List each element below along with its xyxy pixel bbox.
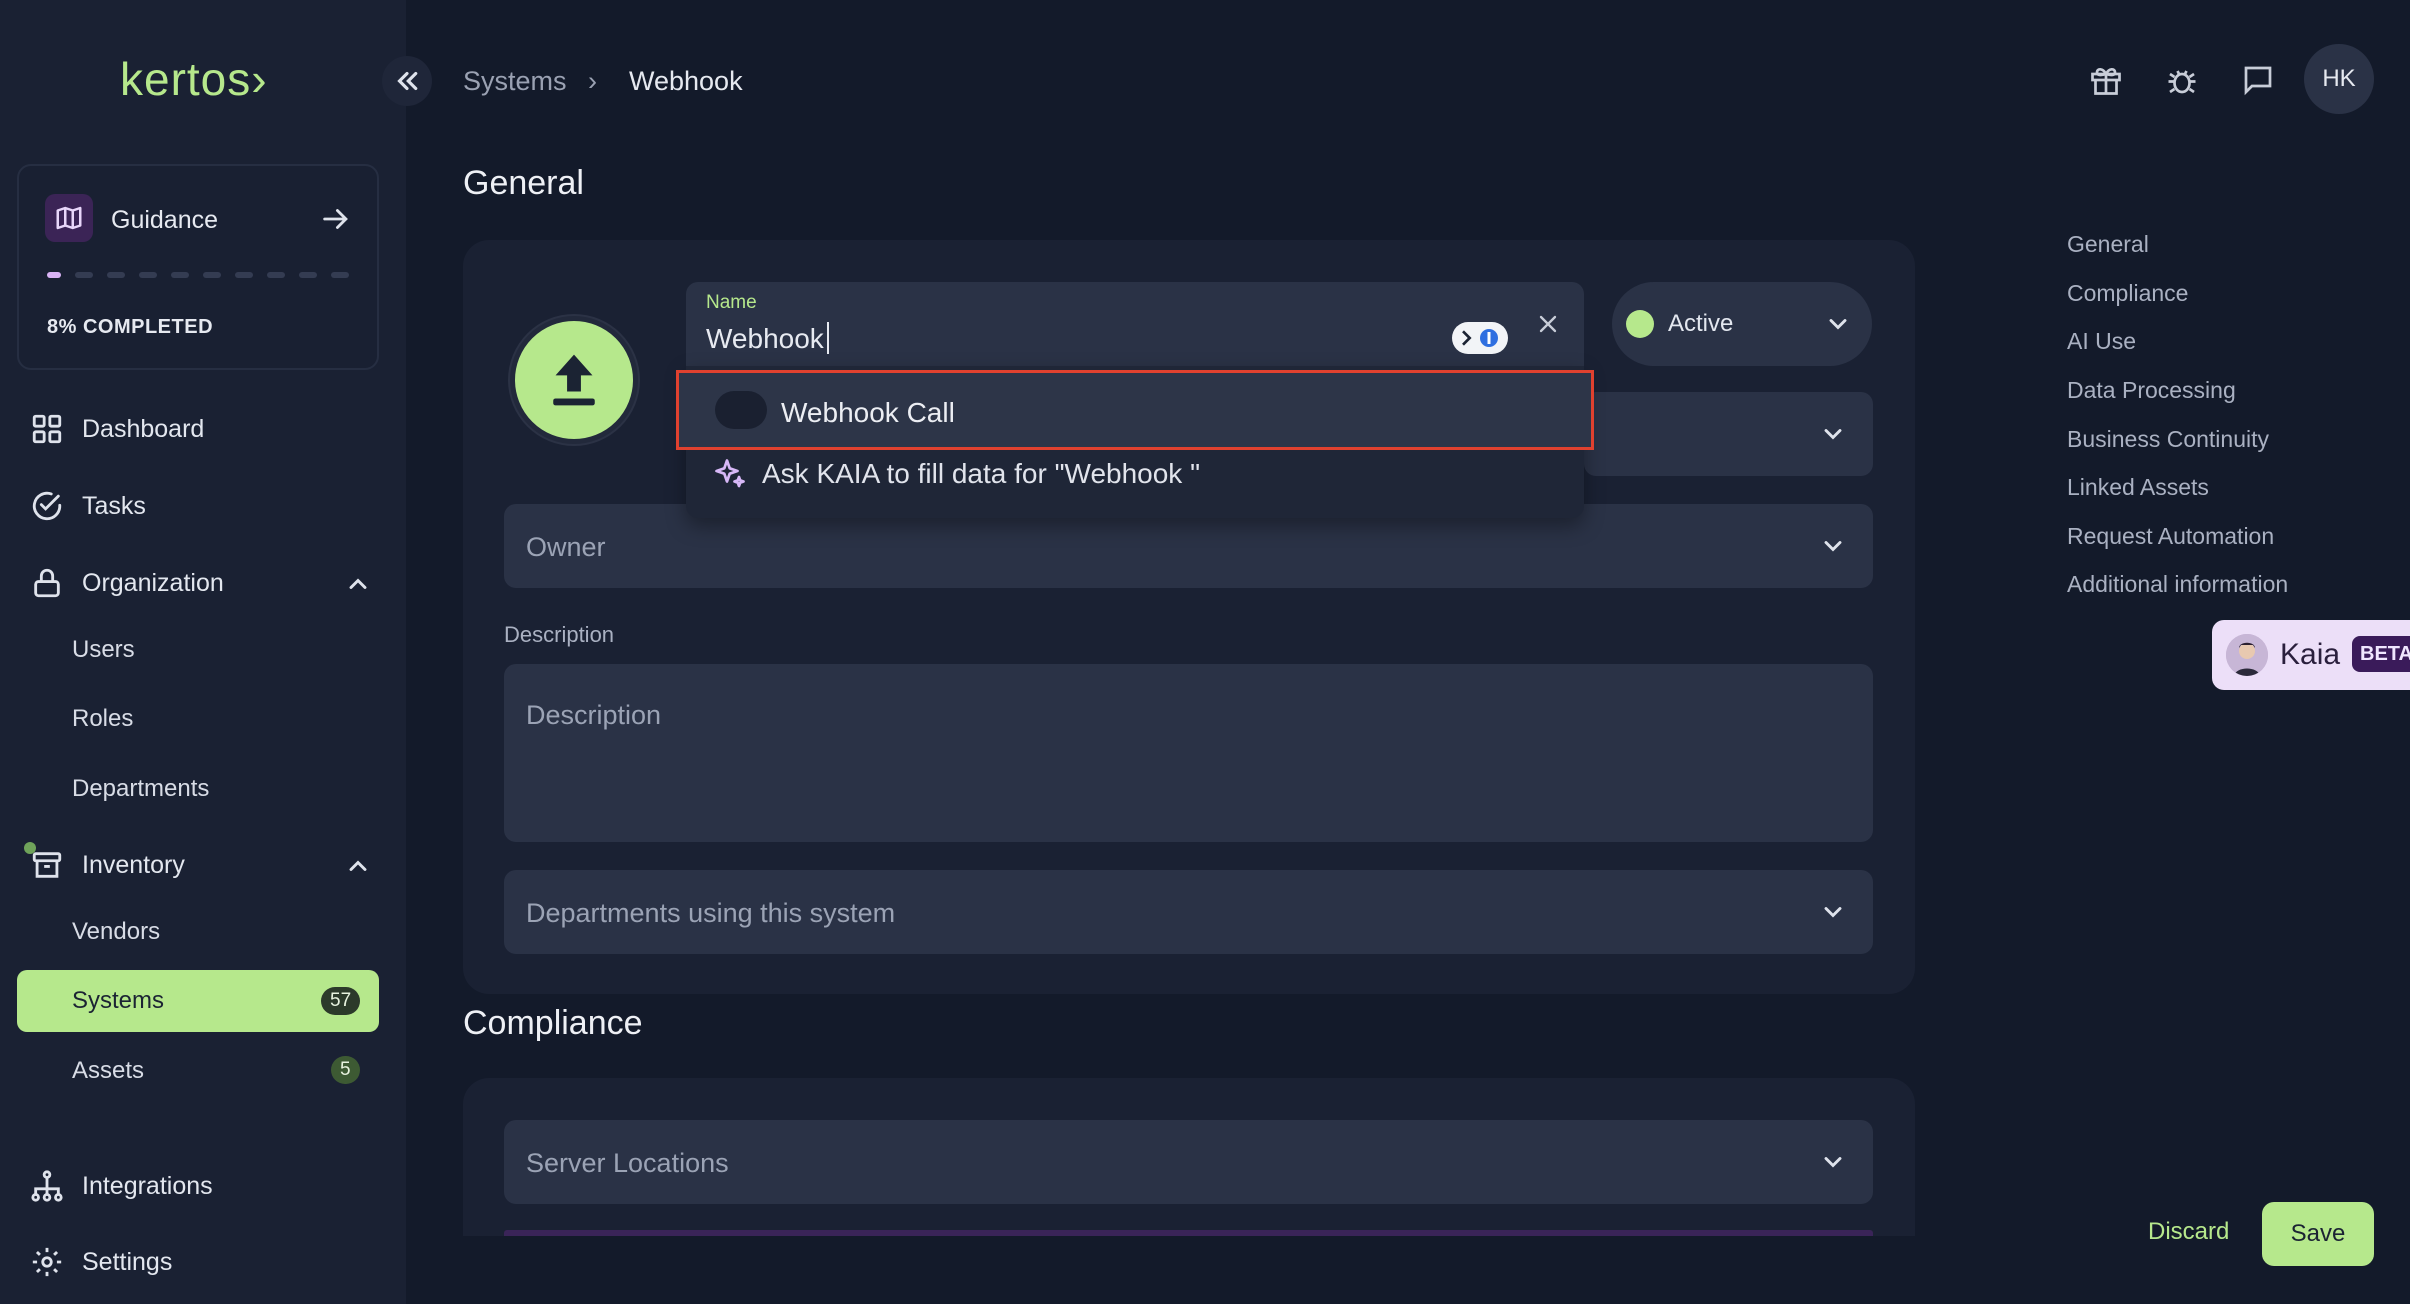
- sidebar: kertos› Guidance 8% COMPLETED Dashboard …: [0, 0, 406, 1304]
- ask-kaia-option[interactable]: Ask KAIA to fill data for "Webhook ": [712, 456, 1200, 492]
- status-dot: [1626, 310, 1654, 338]
- toc-ai-use[interactable]: AI Use: [2067, 328, 2136, 355]
- suggestion-label: Webhook Call: [781, 397, 955, 428]
- vendor-logo: [715, 391, 767, 429]
- breadcrumb-separator: ›: [588, 66, 597, 96]
- sidebar-item-label: Settings: [82, 1247, 173, 1276]
- ask-kaia-label: Ask KAIA to fill data for "Webhook ": [762, 458, 1201, 489]
- hierarchy-icon: [31, 1170, 63, 1202]
- upload-icon: [553, 354, 595, 406]
- chevron-up-icon[interactable]: [344, 570, 372, 603]
- departments-placeholder: Departments using this system: [526, 898, 896, 928]
- category-select[interactable]: [1584, 392, 1873, 476]
- systems-count-badge: 57: [321, 987, 361, 1015]
- sidebar-item-organization[interactable]: Organization: [30, 566, 224, 600]
- check-circle-icon: [32, 491, 62, 521]
- chevrons-left-icon: [397, 71, 418, 91]
- chevron-down-icon: [1819, 898, 1847, 931]
- description-label: Description: [504, 622, 615, 647]
- sidebar-item-assets[interactable]: Assets: [72, 1057, 144, 1085]
- gear-icon: [32, 1247, 62, 1277]
- sidebar-item-label: Organization: [82, 568, 224, 597]
- sidebar-item-inventory[interactable]: Inventory: [30, 848, 185, 882]
- sidebar-item-dashboard[interactable]: Dashboard: [30, 412, 204, 446]
- breadcrumb-systems[interactable]: Systems: [463, 66, 567, 97]
- beta-badge: BETA: [2352, 636, 2410, 672]
- sidebar-item-tasks[interactable]: Tasks: [30, 489, 146, 523]
- name-label: Name: [706, 292, 757, 313]
- guidance-progress: [47, 272, 349, 278]
- sidebar-item-vendors[interactable]: Vendors: [72, 918, 160, 946]
- suggestion-option-webhook-call[interactable]: Webhook Call: [676, 370, 1594, 450]
- gift-icon[interactable]: [2088, 62, 2124, 98]
- collapse-sidebar-button[interactable]: [382, 56, 432, 106]
- owner-placeholder: Owner: [526, 532, 606, 562]
- status-value: Active: [1668, 310, 1734, 337]
- dashboard-icon: [32, 414, 62, 444]
- toc-compliance[interactable]: Compliance: [2067, 280, 2188, 307]
- footer-bar: [406, 1236, 1966, 1304]
- assets-count-badge: 5: [331, 1056, 360, 1084]
- toc-business-continuity[interactable]: Business Continuity: [2067, 426, 2269, 453]
- sidebar-item-label: Tasks: [82, 491, 146, 520]
- kaia-label: Kaia: [2280, 638, 2341, 671]
- toc-linked-assets[interactable]: Linked Assets: [2067, 474, 2209, 501]
- description-placeholder: Description: [526, 700, 662, 730]
- toc-request-automation[interactable]: Request Automation: [2067, 523, 2274, 550]
- server-locations-placeholder: Server Locations: [526, 1148, 729, 1178]
- bug-icon[interactable]: [2164, 62, 2200, 98]
- upload-logo-button[interactable]: [510, 316, 638, 444]
- sparkle-icon: [715, 459, 745, 488]
- logo[interactable]: kertos›: [120, 52, 268, 106]
- chevron-down-icon: [1819, 1148, 1847, 1181]
- guidance-card[interactable]: Guidance 8% COMPLETED: [17, 164, 379, 370]
- status-select[interactable]: Active: [1612, 282, 1872, 366]
- archive-icon: [32, 852, 62, 878]
- clear-icon[interactable]: [1534, 310, 1562, 343]
- sidebar-item-integrations[interactable]: Integrations: [30, 1169, 213, 1203]
- chevron-up-icon[interactable]: [344, 852, 372, 885]
- departments-select[interactable]: Departments using this system: [504, 870, 1873, 954]
- sidebar-item-settings[interactable]: Settings: [30, 1245, 172, 1279]
- guidance-progress-text: 8% COMPLETED: [47, 316, 214, 338]
- name-value: Webhook: [706, 322, 829, 355]
- toc-additional-information[interactable]: Additional information: [2067, 571, 2288, 598]
- sidebar-item-label: Systems: [72, 987, 165, 1014]
- chevron-down-icon: [1819, 532, 1847, 565]
- sidebar-item-systems[interactable]: Systems 57: [17, 970, 379, 1032]
- map-icon: [45, 194, 93, 242]
- kaia-avatar: [2226, 634, 2268, 676]
- breadcrumb-current: Webhook: [629, 66, 743, 96]
- avatar[interactable]: HK: [2304, 44, 2374, 114]
- sidebar-item-departments[interactable]: Departments: [72, 775, 209, 803]
- discard-button[interactable]: Discard: [2148, 1218, 2229, 1246]
- section-title-general: General: [463, 164, 584, 202]
- chevron-down-icon: [1819, 420, 1847, 453]
- password-manager-icon[interactable]: [1452, 322, 1508, 354]
- description-textarea[interactable]: Description: [504, 664, 1873, 842]
- toc-data-processing[interactable]: Data Processing: [2067, 377, 2236, 404]
- arrow-right-icon[interactable]: [319, 202, 353, 241]
- sidebar-item-roles[interactable]: Roles: [72, 705, 133, 733]
- guidance-label: Guidance: [111, 206, 219, 234]
- sidebar-item-users[interactable]: Users: [72, 636, 135, 664]
- section-title-compliance: Compliance: [463, 1004, 643, 1042]
- kaia-assistant-button[interactable]: Kaia BETA: [2212, 620, 2410, 690]
- sidebar-item-label: Inventory: [82, 850, 185, 879]
- sidebar-item-label: Integrations: [82, 1171, 213, 1200]
- lock-icon: [34, 568, 60, 598]
- name-input[interactable]: Name Webhook: [686, 282, 1584, 366]
- sidebar-item-label: Dashboard: [82, 414, 205, 443]
- chat-icon[interactable]: [2240, 62, 2276, 98]
- server-locations-select[interactable]: Server Locations: [504, 1120, 1873, 1204]
- save-button[interactable]: Save: [2262, 1202, 2374, 1266]
- toc-general[interactable]: General: [2067, 231, 2149, 258]
- chevron-down-icon: [1824, 310, 1852, 343]
